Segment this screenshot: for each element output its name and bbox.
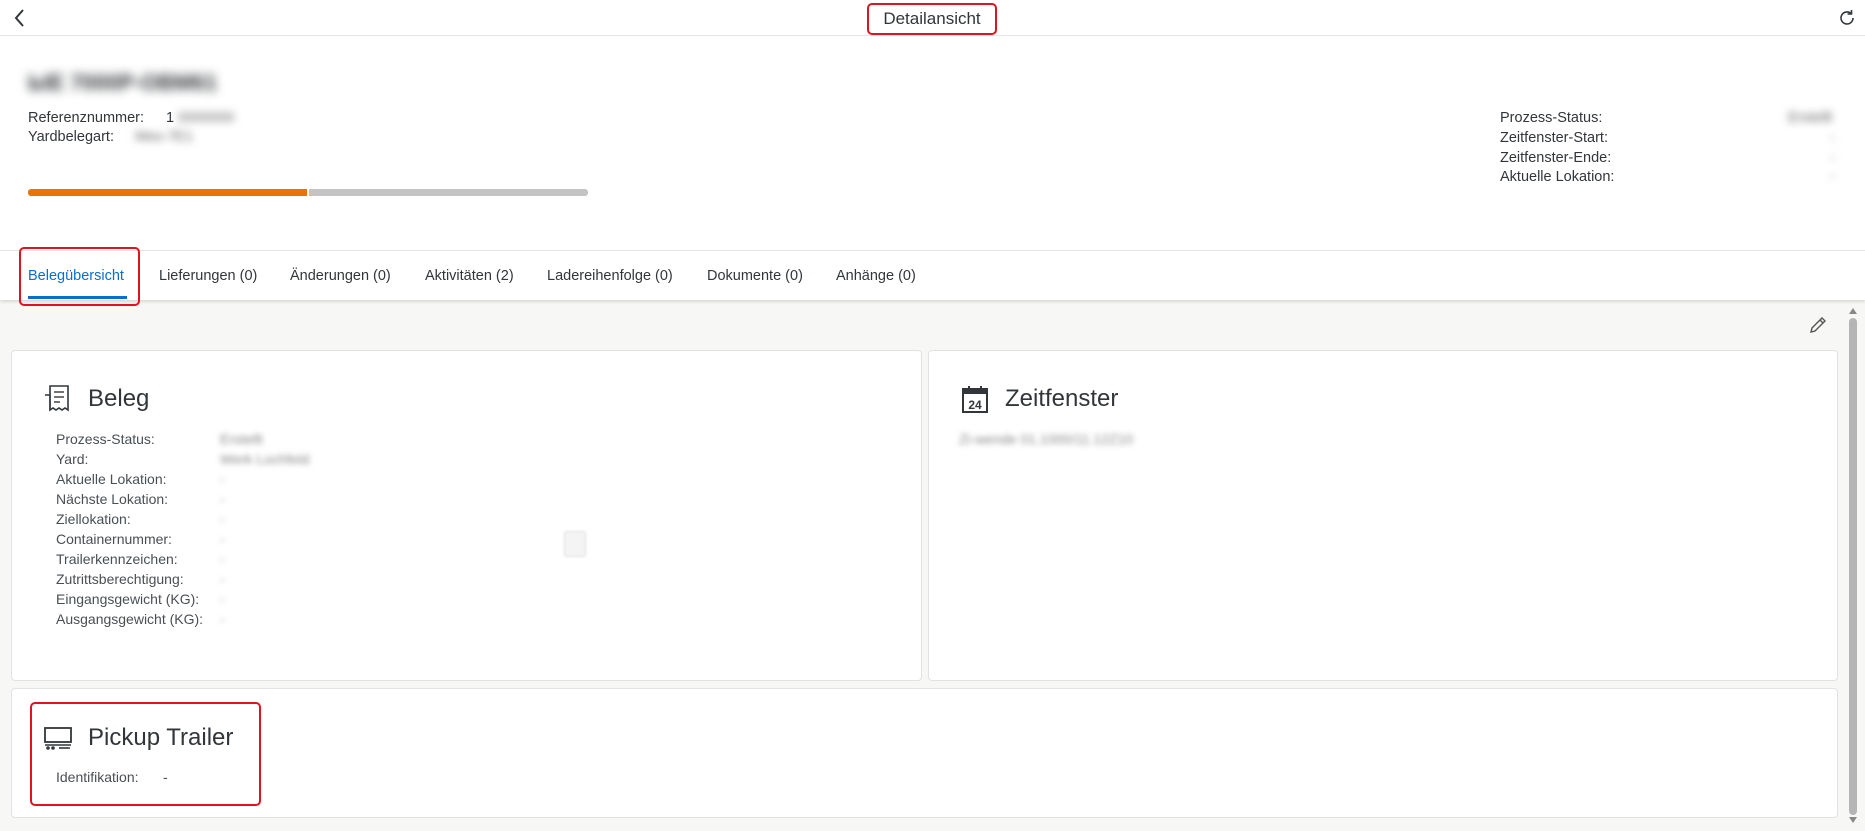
reference-number-value: 1 — [166, 110, 175, 126]
chevron-left-icon — [14, 9, 24, 27]
beleg-field-value: - — [220, 511, 225, 527]
reference-number-redacted: 0000000 — [178, 110, 235, 126]
process-status-value: Erstellt — [1788, 110, 1833, 126]
vertical-scrollbar[interactable] — [1846, 305, 1860, 831]
beleg-field-label: Aktuelle Lokation: — [56, 471, 167, 487]
identification-label: Identifikation: — [56, 769, 139, 785]
placeholder-icon — [564, 531, 586, 557]
tab-lieferungen[interactable]: Lieferungen (0) — [159, 251, 257, 301]
beleg-field-value: - — [220, 491, 225, 507]
scroll-thumb[interactable] — [1849, 318, 1857, 815]
pickup-trailer-title: Pickup Trailer — [88, 724, 234, 751]
receipt-icon — [45, 385, 69, 412]
beleg-field-value: - — [220, 551, 225, 567]
process-progress-bar — [28, 189, 588, 196]
beleg-field-value: - — [220, 611, 225, 627]
beleg-card: Beleg Prozess-Status: Erstellt Yard: Wer… — [11, 350, 922, 681]
beleg-title: Beleg — [88, 385, 150, 412]
trailer-icon — [44, 727, 72, 750]
beleg-field-label: Prozess-Status: — [56, 431, 155, 447]
progress-remaining — [309, 189, 588, 196]
zeitfenster-title: Zeitfenster — [1005, 385, 1119, 412]
beleg-field-label: Nächste Lokation: — [56, 491, 169, 507]
yard-doc-type-value: Mes-7E1 — [135, 129, 194, 145]
timeslot-end-value: - — [1830, 150, 1835, 166]
beleg-field-value: - — [220, 531, 225, 547]
tab-anderungen[interactable]: Änderungen (0) — [290, 251, 391, 301]
beleg-field-value: Erstellt — [220, 431, 263, 447]
tab-aktivitaten[interactable]: Aktivitäten (2) — [425, 251, 514, 301]
calendar-day-number: 24 — [968, 398, 982, 412]
refresh-icon — [1840, 10, 1854, 25]
refresh-button[interactable] — [1835, 6, 1859, 30]
beleg-field-label: Ausgangsgewicht (KG): — [56, 611, 204, 627]
zeitfenster-card: 24 Zeitfenster Zi-wende 01.1000/11.12Z10 — [928, 350, 1838, 681]
active-tab-indicator — [28, 296, 127, 299]
tab-anhange[interactable]: Anhänge (0) — [836, 251, 916, 301]
timeslot-start-label: Zeitfenster-Start: — [1500, 130, 1608, 146]
beleg-field-value: Werk Lochfeld — [220, 451, 310, 467]
reference-number-label: Referenznummer: — [28, 110, 145, 126]
beleg-field-label: Trailerkennzeichen: — [56, 551, 178, 567]
tab-dokumente[interactable]: Dokumente (0) — [707, 251, 803, 301]
scroll-up-arrow-icon[interactable] — [1849, 308, 1857, 314]
current-location-label: Aktuelle Lokation: — [1500, 169, 1615, 185]
zeitfenster-row: Zi-wende 01.1000/11.12Z10 — [959, 431, 1134, 447]
pickup-trailer-card: Pickup Trailer Identifikation: - — [11, 688, 1838, 818]
tab-bar: Belegübersicht Lieferungen (0) Änderunge… — [0, 247, 1865, 306]
current-location-value: - — [1830, 169, 1835, 185]
calendar-icon: 24 — [962, 386, 988, 413]
beleg-field-value: - — [220, 571, 225, 587]
scroll-down-arrow-icon[interactable] — [1849, 817, 1857, 823]
identification-value: - — [163, 769, 168, 785]
beleg-field-label: Ziellokation: — [56, 511, 131, 527]
beleg-field-value: - — [220, 591, 225, 607]
page-title: Detailansicht — [867, 3, 997, 35]
pencil-icon — [1810, 317, 1826, 333]
timeslot-end-label: Zeitfenster-Ende: — [1500, 150, 1612, 166]
beleg-field-label: Zutrittsberechtigung: — [56, 571, 184, 587]
object-title: ЫЕ 7000Р-ОВМ61 — [28, 70, 218, 95]
beleg-field-label: Containernummer: — [56, 531, 172, 547]
back-button[interactable] — [8, 6, 32, 30]
beleg-field-label: Eingangsgewicht (KG): — [56, 591, 200, 607]
beleg-field-label: Yard: — [56, 451, 89, 467]
beleg-field-value: - — [220, 471, 225, 487]
edit-button[interactable] — [1807, 314, 1829, 336]
top-bar: Detailansicht — [0, 0, 1865, 36]
tab-belegubersicht[interactable]: Belegübersicht — [28, 251, 124, 301]
process-status-label: Prozess-Status: — [1500, 110, 1603, 126]
timeslot-start-value: - — [1830, 130, 1835, 146]
progress-completed — [28, 189, 307, 196]
yard-doc-type-label: Yardbelegart: — [28, 129, 114, 145]
tab-ladereihenfolge[interactable]: Ladereihenfolge (0) — [547, 251, 673, 301]
object-header: ЫЕ 7000Р-ОВМ61 Referenznummer: 1 0000000… — [0, 36, 1865, 250]
